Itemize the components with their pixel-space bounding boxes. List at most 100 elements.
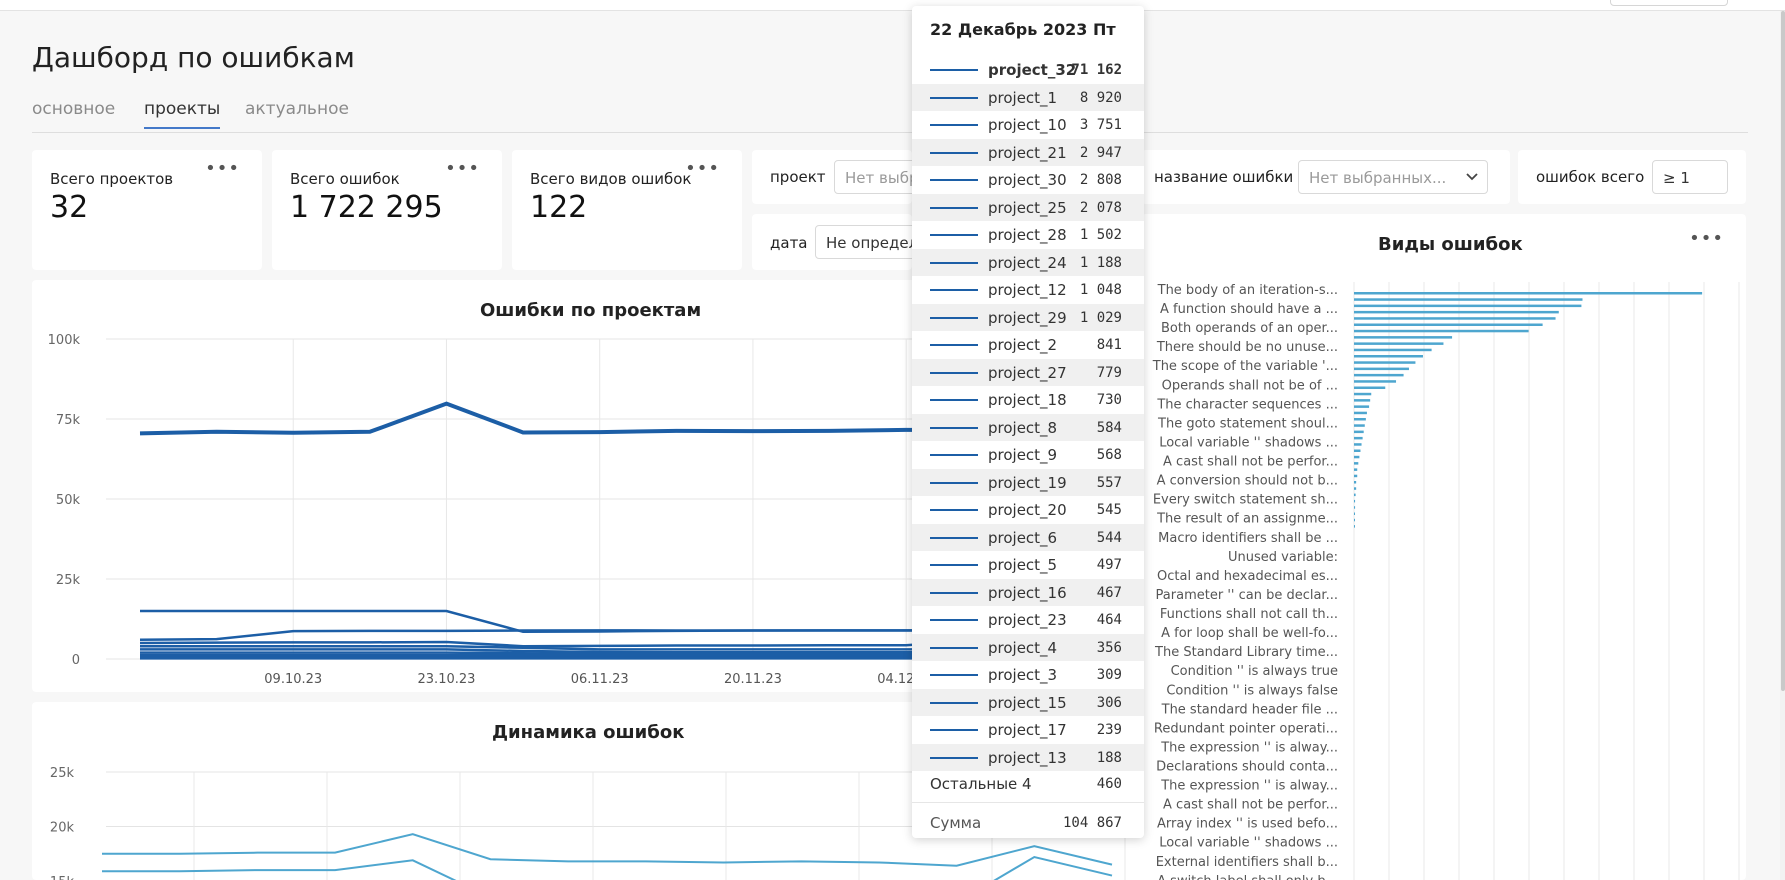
- top-bar: [0, 0, 1785, 11]
- series-line-swatch: [930, 344, 978, 346]
- category-label: Every switch statement sh...: [1153, 493, 1338, 508]
- tab-actual[interactable]: актуальное: [245, 99, 349, 119]
- tooltip-series-name: project_10: [988, 116, 1067, 134]
- tooltip-row: project_9 568: [912, 441, 1144, 469]
- tooltip-row: project_3 309: [912, 661, 1144, 689]
- error-types-bar-chart[interactable]: The body of an iteration-s... A function …: [1142, 214, 1746, 880]
- x-tick-label: 23.10.23: [418, 672, 476, 687]
- category-label: Both operands of an oper...: [1161, 321, 1338, 336]
- category-label: A cast shall not be perfor...: [1163, 455, 1338, 470]
- x-tick-label: 20.11.23: [724, 672, 782, 687]
- tooltip-other-label: Остальные 4: [930, 775, 1032, 793]
- tooltip-other-value: 460: [1096, 776, 1122, 792]
- y-tick-label: 75k: [56, 413, 81, 428]
- bar: [1354, 411, 1367, 415]
- tooltip-series-name: project_17: [988, 721, 1067, 739]
- tooltip-series-name: project_32: [988, 61, 1077, 79]
- tooltip-series-name: project_8: [988, 418, 1058, 437]
- category-label: The character sequences ...: [1156, 397, 1338, 412]
- category-label: The scope of the variable '...: [1152, 359, 1338, 374]
- tooltip-row: project_6 544: [912, 523, 1144, 551]
- tooltip-row: project_25 2 078: [912, 193, 1144, 221]
- tooltip-series-value: 841: [1096, 337, 1122, 353]
- bar: [1354, 455, 1360, 459]
- category-label: A cast shall not be perfor...: [1163, 798, 1338, 813]
- tooltip-series-value: 557: [1096, 474, 1122, 491]
- category-label: Array index '' is used befo...: [1157, 817, 1338, 832]
- series-line-swatch: [930, 261, 978, 264]
- tooltip-series-name: project_6: [988, 528, 1058, 547]
- tooltip-series-name: project_19: [988, 473, 1067, 492]
- category-label: Local variable '' shadows ...: [1159, 836, 1338, 851]
- tooltip-row: project_19 557: [912, 468, 1144, 496]
- tooltip-row: project_27 779: [912, 358, 1144, 386]
- filter-project-label: проект: [770, 168, 826, 186]
- filter-project-card: проект Нет выбр: [752, 150, 934, 204]
- series-line-swatch: [930, 536, 978, 539]
- tooltip-row: project_4 356: [912, 633, 1144, 661]
- page-scrollbar[interactable]: [1781, 11, 1785, 691]
- y-tick-label: 0: [72, 653, 80, 668]
- tooltip-series-name: project_5: [988, 556, 1058, 574]
- series-line-swatch: [930, 646, 978, 649]
- bar: [1354, 493, 1356, 497]
- y-tick-label: 15k: [50, 875, 75, 880]
- series-line-swatch: [930, 151, 978, 154]
- bar: [1354, 298, 1583, 301]
- tooltip-series-value: 3 751: [1079, 117, 1122, 133]
- y-tick-label: 20k: [50, 821, 75, 836]
- series-line-swatch: [930, 316, 978, 319]
- tooltip-series-value: 1 048: [1079, 282, 1122, 298]
- bar: [1354, 418, 1366, 421]
- bar: [1354, 292, 1703, 295]
- kpi-label: Всего ошибок: [290, 170, 400, 188]
- bar: [1354, 323, 1543, 326]
- error-name-select[interactable]: Нет выбранных...: [1298, 160, 1488, 194]
- tooltip-series-value: 497: [1096, 557, 1122, 573]
- series-line-swatch: [930, 206, 978, 209]
- page-title: Дашборд по ошибкам: [32, 41, 355, 74]
- filter-errors-total-card: ошибок всего ≥ 1: [1518, 150, 1746, 204]
- category-label: The goto statement shoul...: [1157, 416, 1338, 431]
- more-dots-icon[interactable]: •••: [685, 158, 720, 179]
- category-label: Condition '' is always true: [1171, 664, 1338, 679]
- tooltip-row: project_21 2 947: [912, 138, 1144, 166]
- category-label: Octal and hexadecimal es...: [1157, 569, 1338, 584]
- chart-tooltip: 22 Декабрь 2023 Пт project_32 71 162 proje…: [912, 6, 1144, 838]
- x-tick-label: 09.10.23: [264, 672, 322, 687]
- series-line-swatch: [930, 509, 978, 511]
- tooltip-series-name: project_18: [988, 391, 1067, 409]
- tooltip-series-value: 464: [1096, 612, 1122, 628]
- error-name-placeholder: Нет выбранных...: [1309, 169, 1447, 187]
- bar: [1354, 518, 1355, 522]
- bar: [1354, 481, 1357, 484]
- more-dots-icon[interactable]: •••: [205, 158, 240, 179]
- tooltip-series-value: 8 920: [1079, 89, 1122, 106]
- tab-projects[interactable]: проекты: [144, 99, 221, 129]
- tooltip-series-name: project_28: [988, 226, 1067, 244]
- tab-main[interactable]: основное: [32, 99, 115, 119]
- tooltip-row: project_12 1 048: [912, 276, 1144, 304]
- more-dots-icon[interactable]: •••: [445, 158, 480, 179]
- tooltip-series-name: project_21: [988, 143, 1067, 162]
- errors-total-input[interactable]: ≥ 1: [1652, 160, 1728, 194]
- tooltip-row: project_32 71 162: [912, 56, 1144, 84]
- bar: [1354, 336, 1453, 339]
- tooltip-series-value: 467: [1096, 584, 1122, 601]
- category-label: The body of an iteration-s...: [1157, 283, 1338, 298]
- tooltip-series-value: 544: [1096, 529, 1122, 546]
- tooltip-series-name: project_29: [988, 308, 1067, 327]
- tooltip-separator: [912, 802, 1144, 803]
- bar: [1354, 399, 1371, 402]
- bar: [1354, 329, 1529, 333]
- bar: [1354, 355, 1423, 358]
- top-action-button[interactable]: [1610, 0, 1728, 6]
- bar: [1354, 474, 1358, 478]
- tooltip-series-value: 545: [1096, 502, 1122, 518]
- tooltip-row: project_15 306: [912, 688, 1144, 716]
- bar: [1354, 430, 1364, 434]
- tooltip-series-value: 2 808: [1079, 172, 1122, 188]
- bar: [1354, 342, 1444, 345]
- filter-error-name-label: название ошибки: [1154, 168, 1294, 186]
- y-tick-label: 50k: [56, 493, 81, 508]
